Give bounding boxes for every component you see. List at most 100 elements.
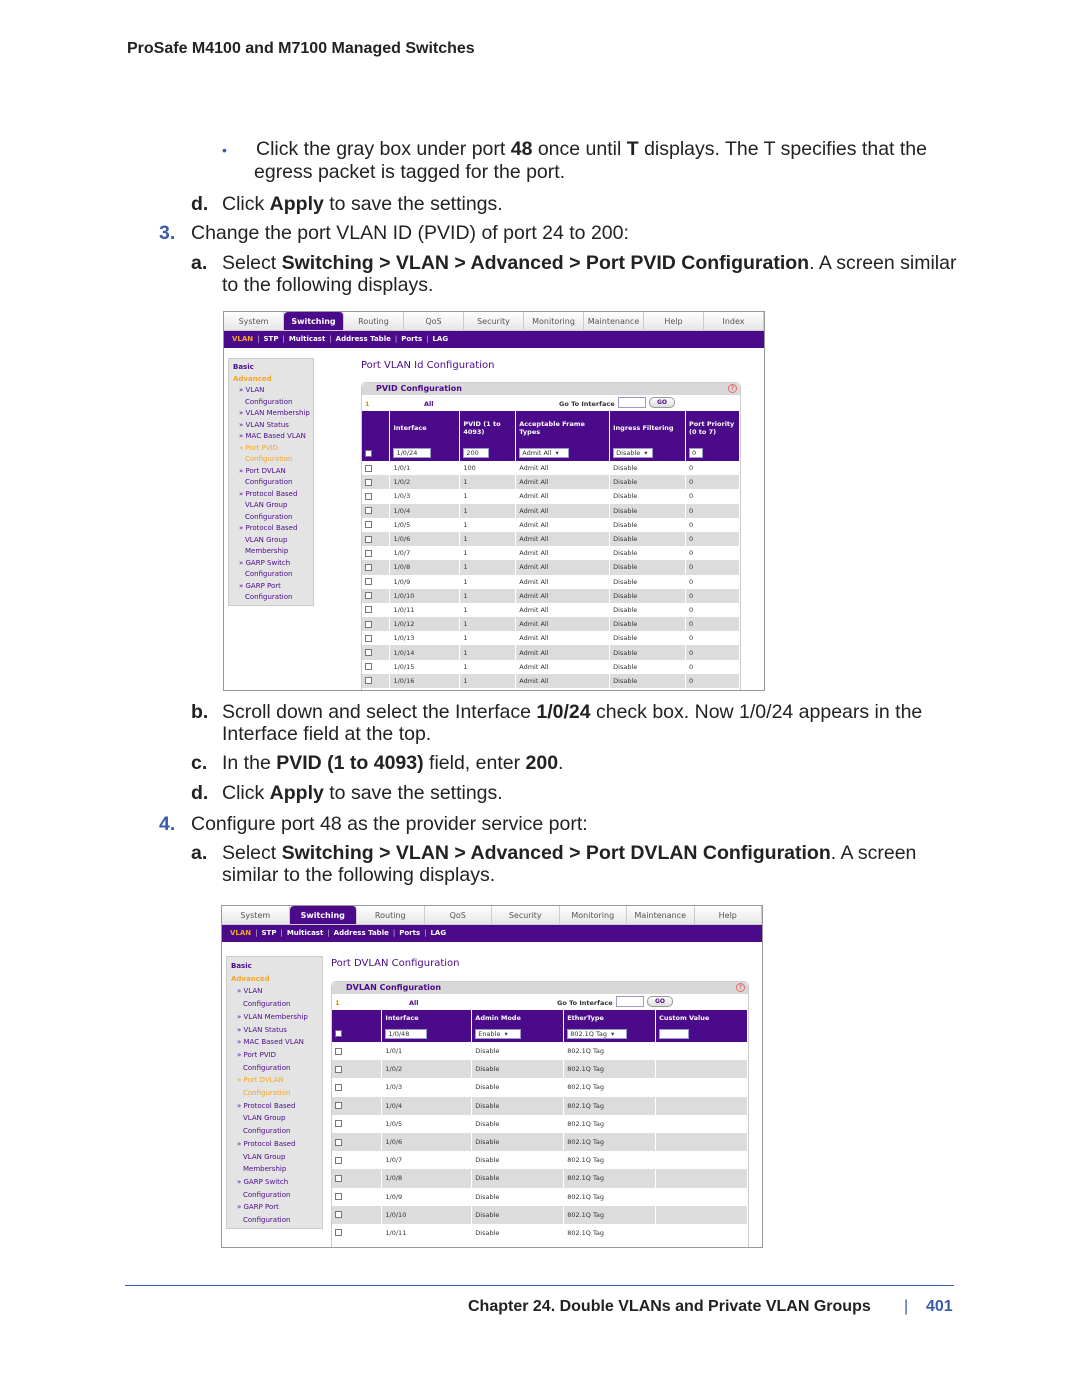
sidebar-item[interactable]: Advanced <box>231 973 322 986</box>
sidebar-item[interactable]: Configuration <box>231 1087 322 1100</box>
input-field[interactable]: 1/0/24 <box>393 448 432 458</box>
tab-system[interactable]: System <box>222 906 290 924</box>
sidebar-item[interactable]: Configuration <box>231 1062 322 1075</box>
subnav-item[interactable]: Multicast <box>287 929 323 937</box>
tab-qos[interactable]: QoS <box>404 312 464 330</box>
row-checkbox[interactable] <box>362 461 391 476</box>
select-field[interactable]: Disable <box>613 448 654 458</box>
tab-help[interactable]: Help <box>644 312 704 330</box>
row-checkbox[interactable] <box>362 560 391 575</box>
subnav-item[interactable]: Ports <box>399 929 420 937</box>
sidebar-item[interactable]: » Protocol Based <box>231 1138 322 1151</box>
input-field[interactable]: 1/0/48 <box>385 1028 428 1039</box>
sidebar-item[interactable]: » Port PVID <box>231 1049 322 1062</box>
sidebar-item[interactable]: VLAN Group <box>233 500 313 512</box>
sidebar-item[interactable]: » MAC Based VLAN <box>233 431 313 443</box>
input-field[interactable] <box>659 1028 690 1039</box>
sidebar-item[interactable]: » VLAN Status <box>233 420 313 432</box>
sidebar-item[interactable]: Configuration <box>231 1189 322 1202</box>
input-field[interactable]: 0 <box>689 448 704 458</box>
tab-maintenance[interactable]: Maintenance <box>627 906 695 924</box>
row-checkbox[interactable] <box>332 1078 383 1097</box>
row-checkbox[interactable] <box>332 1114 383 1133</box>
row-checkbox[interactable] <box>362 659 391 674</box>
sidebar-item[interactable]: Configuration <box>231 1125 322 1138</box>
page-link[interactable]: 1 <box>335 999 340 1007</box>
tab-help[interactable]: Help <box>694 906 762 924</box>
sidebar-item[interactable]: » GARP Port <box>231 1201 322 1214</box>
row-checkbox[interactable] <box>362 588 391 603</box>
sidebar-item[interactable]: » GARP Port <box>233 581 313 593</box>
tab-index[interactable]: Index <box>704 312 764 330</box>
sidebar-item[interactable]: VLAN Group <box>231 1112 322 1125</box>
tab-security[interactable]: Security <box>464 312 524 330</box>
sidebar-item[interactable]: » VLAN <box>231 985 322 998</box>
row-checkbox[interactable] <box>332 1132 383 1152</box>
subnav-item[interactable]: STP <box>262 929 277 937</box>
row-checkbox[interactable] <box>332 1060 383 1079</box>
sidebar-item[interactable]: Basic <box>231 960 322 973</box>
subnav-item[interactable]: Multicast <box>289 335 325 343</box>
subnav-item[interactable]: Ports <box>401 335 422 343</box>
select-all-checkbox[interactable] <box>362 445 391 461</box>
row-checkbox[interactable] <box>332 1223 383 1243</box>
row-checkbox[interactable] <box>362 617 391 632</box>
go-button[interactable]: GO <box>649 397 675 408</box>
row-checkbox[interactable] <box>332 1042 383 1061</box>
sidebar-item[interactable]: VLAN Group <box>233 535 313 547</box>
select-field[interactable]: Enable <box>475 1028 522 1039</box>
tab-maintenance[interactable]: Maintenance <box>584 312 644 330</box>
row-checkbox[interactable] <box>362 546 391 561</box>
row-checkbox[interactable] <box>362 673 391 688</box>
sidebar-item[interactable]: » VLAN Status <box>231 1024 322 1037</box>
subnav-item[interactable]: Address Table <box>334 929 389 937</box>
tab-routing[interactable]: Routing <box>344 312 404 330</box>
go-to-interface-input[interactable] <box>618 397 646 408</box>
tab-switching[interactable]: Switching <box>289 906 357 924</box>
sidebar-item[interactable]: » Port DVLAN <box>231 1074 322 1087</box>
tab-switching[interactable]: Switching <box>284 312 344 330</box>
sidebar-item[interactable]: Basic <box>233 362 313 374</box>
tab-monitoring[interactable]: Monitoring <box>524 312 584 330</box>
sidebar-item[interactable]: » VLAN <box>233 385 313 397</box>
select-field[interactable]: Admit All <box>519 448 570 458</box>
sidebar-item[interactable]: » Port PVID <box>233 443 313 455</box>
row-checkbox[interactable] <box>332 1187 383 1206</box>
sidebar-item[interactable]: » Port DVLAN <box>233 466 313 478</box>
go-button[interactable]: GO <box>647 996 673 1007</box>
go-to-interface-input[interactable] <box>616 996 644 1007</box>
subnav-item[interactable]: Address Table <box>336 335 391 343</box>
all-link[interactable]: All <box>409 999 419 1007</box>
sidebar-item[interactable]: VLAN Group <box>231 1151 322 1164</box>
all-link[interactable]: All <box>424 400 434 408</box>
sidebar-item[interactable]: Configuration <box>231 998 322 1011</box>
tab-security[interactable]: Security <box>492 906 560 924</box>
sidebar-item[interactable]: Membership <box>233 546 313 558</box>
sidebar-item[interactable]: Configuration <box>233 569 313 581</box>
sidebar-item[interactable]: Advanced <box>233 374 313 386</box>
tab-monitoring[interactable]: Monitoring <box>559 906 627 924</box>
row-checkbox[interactable] <box>332 1169 383 1188</box>
page-link[interactable]: 1 <box>365 400 370 408</box>
sidebar-item[interactable]: » GARP Switch <box>233 558 313 570</box>
select-field[interactable]: 802.1Q Tag <box>567 1028 628 1039</box>
sidebar-item[interactable]: Configuration <box>233 592 313 604</box>
sidebar-item[interactable]: Configuration <box>233 454 313 466</box>
row-checkbox[interactable] <box>362 503 391 518</box>
sidebar-item[interactable]: Membership <box>231 1163 322 1176</box>
subnav-item[interactable]: LAG <box>432 335 448 343</box>
row-checkbox[interactable] <box>362 517 391 532</box>
row-checkbox[interactable] <box>362 475 391 490</box>
row-checkbox[interactable] <box>362 531 391 547</box>
sidebar-item[interactable]: » GARP Switch <box>231 1176 322 1189</box>
sidebar-item[interactable]: Configuration <box>233 397 313 409</box>
sidebar-item[interactable]: » Protocol Based <box>231 1100 322 1113</box>
sidebar-item[interactable]: Configuration <box>233 512 313 524</box>
tab-routing[interactable]: Routing <box>357 906 425 924</box>
sidebar-item[interactable]: » Protocol Based <box>233 489 313 501</box>
sidebar-item[interactable]: » MAC Based VLAN <box>231 1036 322 1049</box>
sidebar-item[interactable]: » VLAN Membership <box>233 408 313 420</box>
sidebar-item[interactable]: » Protocol Based <box>233 523 313 535</box>
row-checkbox[interactable] <box>332 1151 383 1170</box>
help-icon[interactable]: ? <box>736 983 745 992</box>
